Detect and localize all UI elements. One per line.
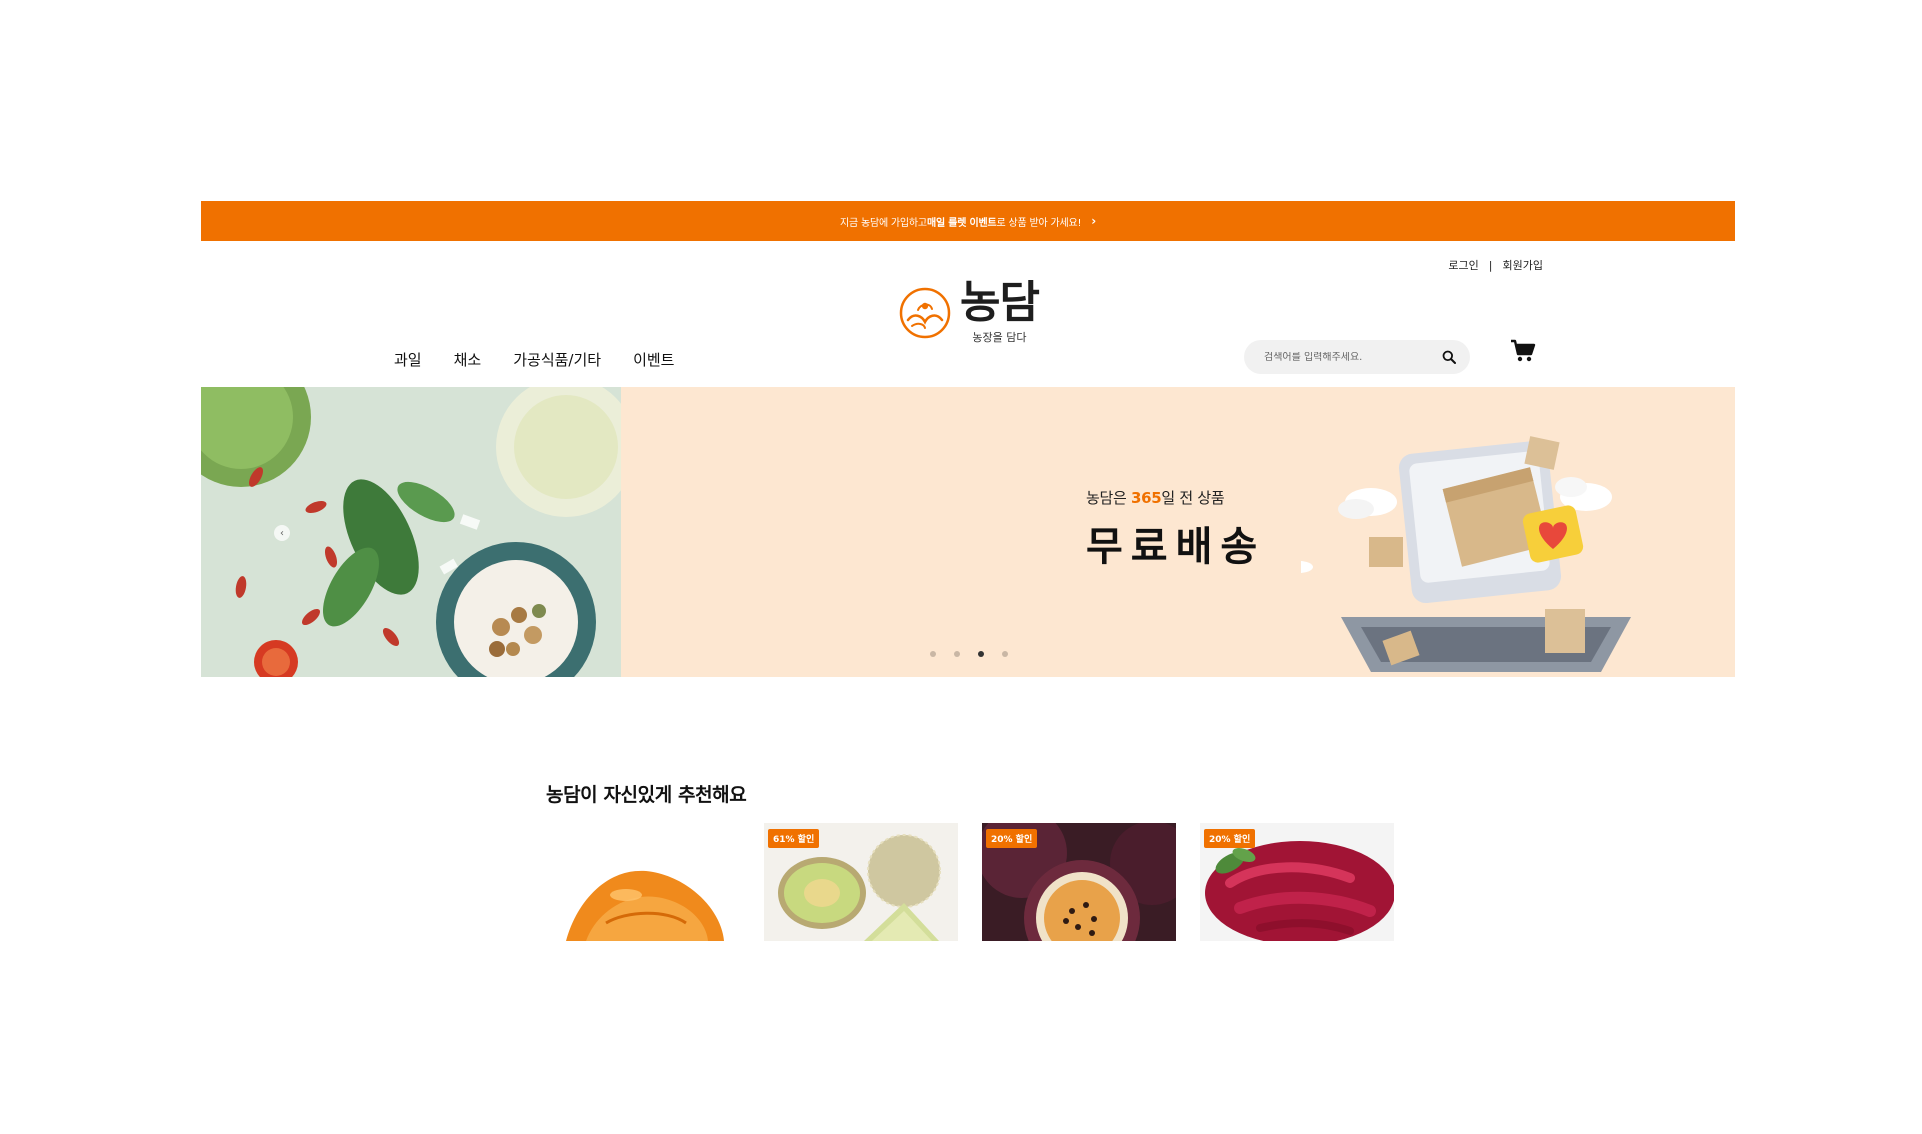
logo-icon — [899, 287, 951, 339]
product-card-passion-fruit[interactable]: 20% 할인 — [982, 823, 1176, 941]
recommend-title: 농담이 자신있게 추천해요 — [546, 784, 747, 806]
nav-item-processed-food[interactable]: 가공식품/기타 — [513, 349, 601, 370]
search-box — [1244, 340, 1470, 374]
search-icon[interactable] — [1442, 350, 1456, 364]
signup-link[interactable]: 회원가입 — [1503, 257, 1543, 273]
hero-line1-prefix: 농담은 — [1086, 489, 1131, 507]
hero-food-photo: ‹ — [201, 387, 621, 677]
recommend-section: 농담이 자신있게 추천해요 61% 할인 20% 할인 20% 할인 — [546, 780, 1396, 941]
slide-indicator — [930, 651, 1008, 657]
utility-separator: | — [1488, 258, 1493, 272]
promo-text-before: 지금 농담에 가입하고 — [839, 217, 927, 229]
promo-highlight: 매일 룰렛 이벤트 — [926, 217, 997, 229]
slide-dot-3-active[interactable] — [978, 651, 984, 657]
discount-badge: 61% 할인 — [768, 829, 820, 848]
site-header: 로그인 | 회원가입 농담 농장을 담다 과일 채소 가공식품/기타 이벤트 — [201, 241, 1735, 387]
page-container: 지금 농담에 가입하고 매일 룰렛 이벤트 로 상품 받아 가세요! › 로그인 … — [201, 201, 1735, 677]
slide-dot-2[interactable] — [954, 651, 960, 657]
cart-icon[interactable] — [1510, 339, 1536, 363]
prev-slide-arrow-icon[interactable]: ‹ — [274, 525, 290, 541]
logo-title: 농담 — [960, 277, 1040, 328]
hero-line1-suffix: 일 전 상품 — [1161, 489, 1225, 507]
site-logo[interactable]: 농담 농장을 담다 — [898, 277, 1040, 345]
dried-persimmon-image — [546, 823, 740, 941]
slide-dot-4[interactable] — [1002, 651, 1008, 657]
food-photo-illustration — [201, 387, 621, 677]
hero-line1-accent: 365 — [1130, 489, 1162, 507]
hero-heading: 무료배송 — [1086, 524, 1266, 570]
hero-subheading: 농담은 365일 전 상품 — [1086, 487, 1265, 508]
login-link[interactable]: 로그인 — [1448, 257, 1478, 273]
search-input[interactable] — [1264, 351, 1442, 363]
discount-badge: 20% 할인 — [1204, 829, 1256, 848]
product-card-beet[interactable]: 20% 할인 — [1200, 823, 1394, 941]
hero-copy: 농담은 365일 전 상품 무료배송 — [1086, 487, 1265, 572]
slide-dot-1[interactable] — [930, 651, 936, 657]
hero-banner[interactable]: ‹ 농담은 365일 전 상품 무료배송 — [201, 387, 1735, 677]
chevron-right-icon[interactable]: › — [1091, 214, 1096, 228]
main-nav: 과일 채소 가공식품/기타 이벤트 — [394, 349, 674, 370]
logo-subtitle: 농장을 담다 — [972, 331, 1027, 344]
nav-item-event[interactable]: 이벤트 — [633, 349, 674, 370]
product-card-melon[interactable]: 61% 할인 — [764, 823, 958, 941]
nav-item-fruit[interactable]: 과일 — [394, 349, 422, 370]
promo-text-after: 로 상품 받아 가세요! — [996, 217, 1082, 229]
laptop-delivery-illustration — [1301, 436, 1631, 672]
recommend-list: 61% 할인 20% 할인 20% 할인 — [546, 823, 1396, 941]
promo-banner[interactable]: 지금 농담에 가입하고 매일 룰렛 이벤트 로 상품 받아 가세요! › — [201, 201, 1735, 241]
nav-item-vegetable[interactable]: 채소 — [454, 349, 482, 370]
discount-badge: 20% 할인 — [986, 829, 1038, 848]
product-card-dried-persimmon[interactable] — [546, 823, 740, 941]
utility-links: 로그인 | 회원가입 — [1448, 257, 1543, 273]
